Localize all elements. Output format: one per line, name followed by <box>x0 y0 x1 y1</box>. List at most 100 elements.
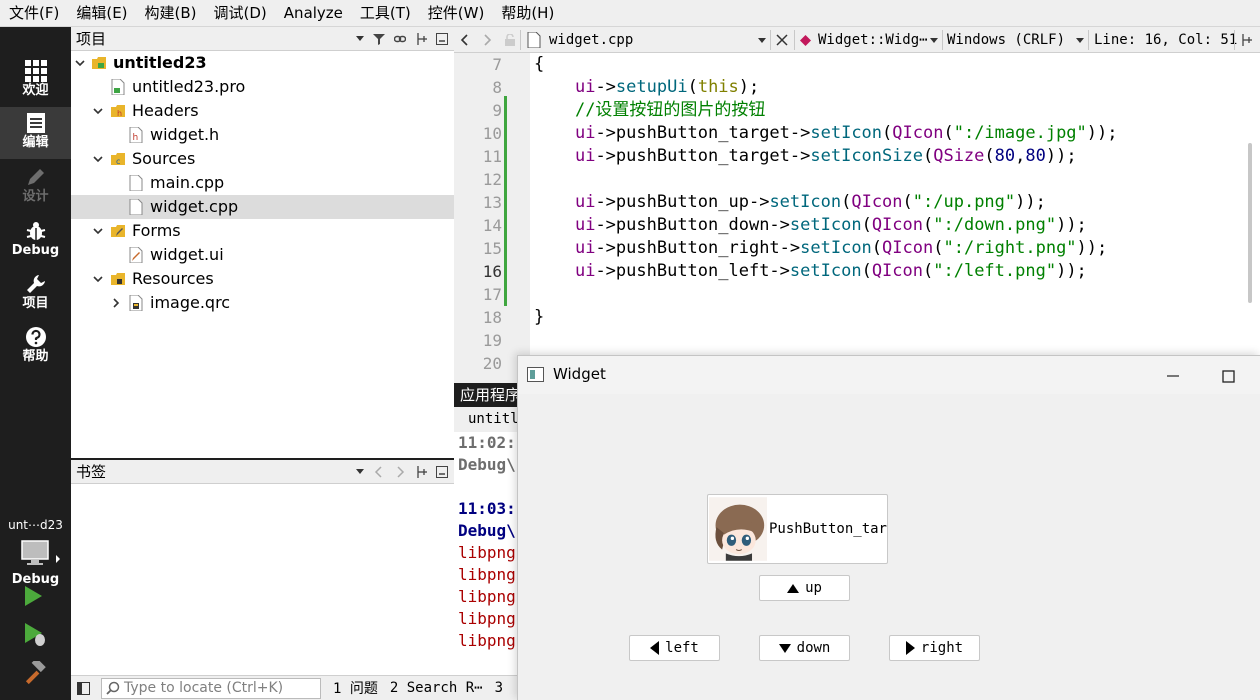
tree-item-project[interactable]: untitled23 <box>71 51 454 75</box>
mode-help-button[interactable]: 帮助 <box>0 321 71 373</box>
mode-edit-button[interactable]: 编辑 <box>0 107 71 159</box>
chevron-down-icon[interactable] <box>93 154 103 164</box>
close-pane-icon[interactable] <box>436 32 448 45</box>
menu-bar: 文件(F) 编辑(E) 构建(B) 调试(D) Analyze 工具(T) 控件… <box>0 0 1260 27</box>
menu-help[interactable]: 帮助(H) <box>492 0 562 27</box>
menu-tools[interactable]: 工具(T) <box>351 0 419 27</box>
symbol-selector[interactable]: Widget::Widg⋯ <box>818 27 928 53</box>
tree-item-widget-cpp[interactable]: widget.cpp <box>71 195 454 219</box>
tree-item-widget-h[interactable]: h widget.h <box>71 123 454 147</box>
menu-debug[interactable]: 调试(D) <box>205 0 275 27</box>
filter-icon[interactable] <box>373 33 385 45</box>
symbol-selector-arrow-icon[interactable] <box>930 38 938 43</box>
monitor-icon[interactable] <box>21 540 49 566</box>
menu-edit[interactable]: 编辑(E) <box>67 0 135 27</box>
tree-item-pro-file[interactable]: untitled23.pro <box>71 75 454 99</box>
cpp-file-icon <box>129 175 143 191</box>
output-tab-3[interactable]: 3 <box>495 680 503 696</box>
current-file-selector[interactable]: widget.cpp <box>549 27 633 53</box>
tree-item-label: Sources <box>132 149 196 168</box>
up-button-label: up <box>805 580 822 596</box>
tree-item-main-cpp[interactable]: main.cpp <box>71 171 454 195</box>
split-icon[interactable] <box>1240 34 1252 46</box>
line-number: 7 <box>492 55 502 74</box>
split-icon[interactable] <box>415 32 427 45</box>
menu-file[interactable]: 文件(F) <box>0 0 67 27</box>
kit-selector-arrow-icon[interactable] <box>56 555 60 563</box>
bookmarks-pane-title: 书签 <box>76 463 107 481</box>
tree-item-forms[interactable]: Forms <box>71 219 454 243</box>
menu-controls[interactable]: 控件(W) <box>419 0 493 27</box>
code-line: } <box>534 307 545 327</box>
code-line: //设置按钮的图片的按钮 <box>574 100 766 120</box>
widget-window: Widget PushButton_tar up left down right <box>517 355 1260 700</box>
tree-item-sources[interactable]: c Sources <box>71 147 454 171</box>
log-line: libpng <box>458 631 516 650</box>
tree-item-headers[interactable]: h Headers <box>71 99 454 123</box>
target-button[interactable]: PushButton_tar <box>707 494 888 564</box>
down-button[interactable]: down <box>759 635 850 661</box>
chevron-left-icon[interactable] <box>373 465 385 478</box>
locator-input[interactable]: Type to locate (Ctrl+K) <box>101 677 321 699</box>
view-selector-arrow-icon[interactable] <box>356 36 364 41</box>
view-selector-arrow-icon[interactable] <box>356 469 364 474</box>
mode-welcome-label: 欢迎 <box>22 83 49 98</box>
menu-analyze[interactable]: Analyze <box>275 0 351 27</box>
code-editor[interactable]: 7 8 9 10 11 12 13 14 15 16 17 18 19 20 {… <box>454 53 1260 383</box>
split-icon[interactable] <box>415 465 427 478</box>
run-icon[interactable] <box>22 584 44 608</box>
mode-help-label: 帮助 <box>22 349 49 364</box>
cursor-position[interactable]: Line: 16, Col: 51 <box>1094 27 1237 53</box>
chevron-down-icon[interactable] <box>93 106 103 116</box>
line-number: 13 <box>482 193 502 212</box>
close-pane-icon[interactable] <box>436 465 448 478</box>
menu-build[interactable]: 构建(B) <box>136 0 205 27</box>
hammer-icon[interactable] <box>22 661 46 685</box>
line-ending-selector[interactable]: Windows (CRLF) <box>947 27 1065 53</box>
chevron-down-icon[interactable] <box>93 274 103 284</box>
project-folder-icon <box>92 57 106 69</box>
line-number-gutter: 7 8 9 10 11 12 13 14 15 16 17 18 19 20 <box>454 53 530 383</box>
search-results-tab[interactable]: 2 Search R⋯ <box>390 680 483 696</box>
minimize-icon[interactable] <box>1163 366 1183 386</box>
issues-tab[interactable]: 1 问题 <box>333 678 378 698</box>
editor-scrollbar[interactable] <box>1248 143 1252 303</box>
lock-icon[interactable] <box>504 34 516 46</box>
tree-item-widget-ui[interactable]: widget.ui <box>71 243 454 267</box>
mode-debug-button[interactable]: Debug <box>0 215 71 267</box>
file-selector-arrow-icon[interactable] <box>758 38 766 43</box>
line-number: 18 <box>482 308 502 327</box>
widget-window-titlebar[interactable]: Widget <box>518 356 1260 394</box>
maximize-icon[interactable] <box>1218 366 1238 386</box>
tree-item-label: image.qrc <box>150 293 231 312</box>
symbol-method-icon <box>800 35 811 46</box>
toggle-sidebar-icon[interactable] <box>77 682 90 695</box>
mode-design-button[interactable]: 设计 <box>0 161 71 213</box>
right-button[interactable]: right <box>889 635 980 661</box>
back-icon[interactable] <box>460 34 470 46</box>
link-icon[interactable] <box>394 33 406 45</box>
tree-item-label: Resources <box>132 269 214 288</box>
bookmarks-list[interactable] <box>71 484 454 675</box>
left-button[interactable]: left <box>629 635 720 661</box>
mode-welcome-button[interactable]: 欢迎 <box>0 55 71 107</box>
chevron-right-icon[interactable] <box>394 465 406 478</box>
code-line: ui->setupUi(this); <box>574 77 760 97</box>
arrow-left-icon <box>650 641 660 655</box>
tree-item-resources[interactable]: Resources <box>71 267 454 291</box>
line-ending-arrow-icon[interactable] <box>1076 38 1084 43</box>
cpp-file-icon <box>129 199 143 215</box>
chevron-down-icon[interactable] <box>93 226 103 236</box>
mode-project-button[interactable]: 项目 <box>0 268 71 320</box>
chevron-down-icon[interactable] <box>75 58 85 68</box>
forward-icon[interactable] <box>482 34 492 46</box>
chevron-right-icon[interactable] <box>111 298 121 308</box>
line-number: 17 <box>482 285 502 304</box>
widget-window-title: Widget <box>553 365 606 383</box>
up-button[interactable]: up <box>759 575 850 601</box>
right-button-label: right <box>920 640 964 656</box>
output-run-tab[interactable]: untitle <box>454 407 524 432</box>
tree-item-image-qrc[interactable]: image.qrc <box>71 291 454 315</box>
close-file-icon[interactable] <box>776 34 788 46</box>
debug-run-icon[interactable] <box>22 621 48 647</box>
